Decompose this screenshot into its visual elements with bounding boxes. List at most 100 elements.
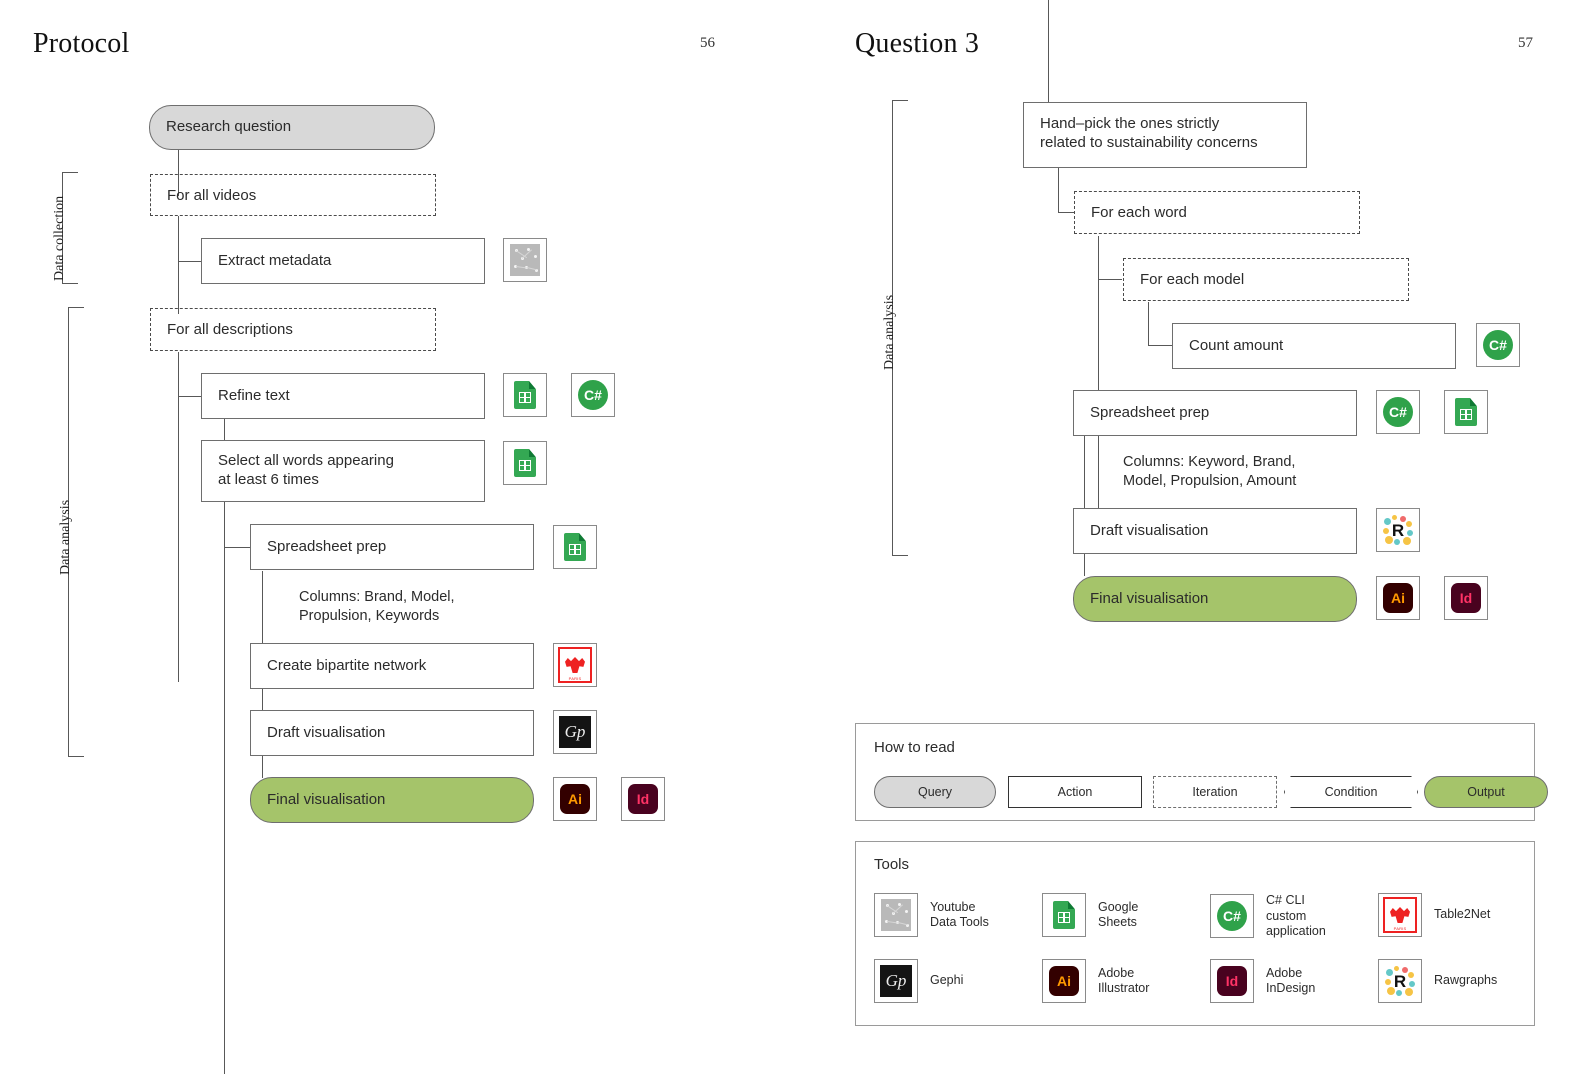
node-final-visualisation[interactable]: Final visualisation (1073, 576, 1357, 622)
tool-chip-csharp[interactable]: C# (1210, 894, 1254, 939)
node-spreadsheet-prep[interactable]: Spreadsheet prep (1073, 390, 1357, 436)
tool-chip-adobe-indesign[interactable]: Id (1444, 576, 1488, 620)
node-create-bipartite-network[interactable]: Create bipartite network (250, 643, 534, 689)
tool-chip-google-sheets[interactable] (1042, 893, 1086, 937)
node-extract-metadata[interactable]: Extract metadata (201, 238, 485, 284)
tool-chip-csharp[interactable]: C# (1376, 390, 1420, 434)
tool-chip-youtube-data-tools[interactable] (874, 893, 918, 937)
connector (262, 689, 264, 711)
tool-chip-youtube-data-tools[interactable] (503, 238, 547, 282)
node-for-each-word[interactable]: For each word (1074, 191, 1360, 234)
page-protocol: Protocol 56 Data collection Data analysi… (0, 0, 790, 1074)
how-to-read-title: How to read (874, 739, 955, 756)
node-label: Count amount (1189, 336, 1284, 354)
node-label: Final visualisation (267, 790, 386, 808)
tool-label: Youtube Data Tools (930, 899, 989, 930)
node-draft-visualisation[interactable]: Draft visualisation (1073, 508, 1357, 554)
node-for-all-videos[interactable]: For all videos (150, 174, 436, 216)
tool-chip-adobe-illustrator[interactable]: Ai (1042, 959, 1086, 1003)
tool-chip-adobe-illustrator[interactable]: Ai (1376, 576, 1420, 620)
connector (1148, 302, 1150, 346)
node-for-all-descriptions[interactable]: For all descriptions (150, 308, 436, 351)
node-draft-visualisation[interactable]: Draft visualisation (250, 710, 534, 756)
legend-action[interactable]: Action (1008, 776, 1142, 808)
note-columns: Columns: Keyword, Brand, Model, Propulsi… (1123, 454, 1297, 489)
side-label-data-collection: Data collection (52, 195, 67, 281)
tool-legend-rawgraphs: R Rawgraphs (1378, 959, 1497, 1003)
tool-legend-table2net: PARIS Table2Net (1378, 893, 1490, 937)
legend-query[interactable]: Query (874, 776, 996, 808)
tool-legend-gephi: Gp Gephi (874, 959, 963, 1003)
node-research-question[interactable]: Research question (149, 105, 435, 150)
node-label: Extract metadata (218, 251, 332, 269)
tool-chip-csharp[interactable]: C# (1476, 323, 1520, 367)
tool-chip-csharp[interactable]: C# (571, 373, 615, 417)
legend-condition[interactable]: Condition (1284, 776, 1418, 808)
side-label-data-analysis: Data analysis (882, 294, 897, 370)
tool-chip-google-sheets[interactable] (1444, 390, 1488, 434)
table2net-icon: PARIS (1383, 897, 1417, 933)
tool-chip-gephi[interactable]: Gp (874, 959, 918, 1003)
tool-chip-rawgraphs[interactable]: R (1378, 959, 1422, 1003)
tool-label: Rawgraphs (1434, 973, 1498, 988)
tool-label: Google Sheets (1098, 899, 1139, 930)
legend-iteration[interactable]: Iteration (1153, 776, 1277, 808)
csharp-icon: C# (1217, 901, 1247, 932)
page-title: Protocol (33, 28, 130, 59)
tool-legend-csharp: C# C# CLI custom application (1210, 893, 1326, 940)
page-number: 56 (700, 35, 715, 51)
side-label-data-analysis: Data analysis (58, 499, 73, 575)
connector (1098, 279, 1122, 281)
tool-chip-adobe-indesign[interactable]: Id (621, 777, 665, 821)
node-spreadsheet-prep[interactable]: Spreadsheet prep (250, 524, 534, 570)
node-label: Research question (166, 118, 292, 136)
tool-chip-adobe-illustrator[interactable]: Ai (553, 777, 597, 821)
tool-chip-google-sheets[interactable] (503, 441, 547, 485)
node-label: Draft visualisation (1090, 521, 1209, 539)
gephi-icon: Gp (880, 965, 912, 997)
tool-chip-google-sheets[interactable] (503, 373, 547, 417)
tool-chip-table2net[interactable]: PARIS (553, 643, 597, 687)
tools-title: Tools (874, 856, 910, 873)
node-label: For all videos (167, 187, 257, 204)
node-final-visualisation[interactable]: Final visualisation (250, 777, 534, 823)
page-question-3: Question 3 57 Data analysis Hand–pick th… (790, 0, 1580, 1074)
tool-chip-rawgraphs[interactable]: R (1376, 508, 1420, 552)
tool-chip-adobe-indesign[interactable]: Id (1210, 959, 1254, 1003)
tool-chip-table2net[interactable]: PARIS (1378, 893, 1422, 937)
tool-chip-gephi[interactable]: Gp (553, 710, 597, 754)
adobe-illustrator-icon: Ai (1383, 583, 1413, 613)
node-label: Create bipartite network (267, 656, 427, 674)
connector (178, 352, 180, 682)
connector (262, 571, 264, 643)
node-count-amount[interactable]: Count amount (1172, 323, 1456, 369)
legend-output[interactable]: Output (1424, 776, 1548, 808)
node-select-words[interactable]: Select all words appearing at least 6 ti… (201, 440, 485, 502)
legend-label: Iteration (1192, 785, 1238, 799)
tool-label: Adobe Illustrator (1098, 965, 1150, 996)
node-refine-text[interactable]: Refine text (201, 373, 485, 419)
connector (1084, 554, 1086, 576)
google-sheets-icon (1455, 398, 1477, 426)
node-for-each-model[interactable]: For each model (1123, 258, 1409, 301)
connector (1058, 168, 1060, 213)
adobe-illustrator-icon: Ai (560, 784, 590, 814)
tool-chip-google-sheets[interactable] (553, 525, 597, 569)
tool-legend-adobe-illustrator: Ai Adobe Illustrator (1042, 959, 1149, 1003)
connector (224, 547, 252, 549)
google-sheets-icon (1053, 901, 1075, 929)
table2net-caption: PARIS (1393, 926, 1407, 931)
node-label: Hand–pick the ones strictly related to s… (1040, 115, 1258, 151)
connector-spine-top (1048, 0, 1050, 103)
node-label: Refine text (218, 386, 290, 404)
legend-label: Output (1467, 785, 1505, 799)
connector (1148, 345, 1172, 347)
node-label: For each model (1140, 271, 1245, 288)
gephi-icon: Gp (559, 716, 591, 748)
connector-spine (224, 419, 226, 1074)
node-label: For each word (1091, 204, 1187, 221)
connector (1058, 212, 1074, 214)
connector (178, 216, 180, 314)
node-label: Final visualisation (1090, 589, 1209, 607)
node-hand-pick[interactable]: Hand–pick the ones strictly related to s… (1023, 102, 1307, 168)
